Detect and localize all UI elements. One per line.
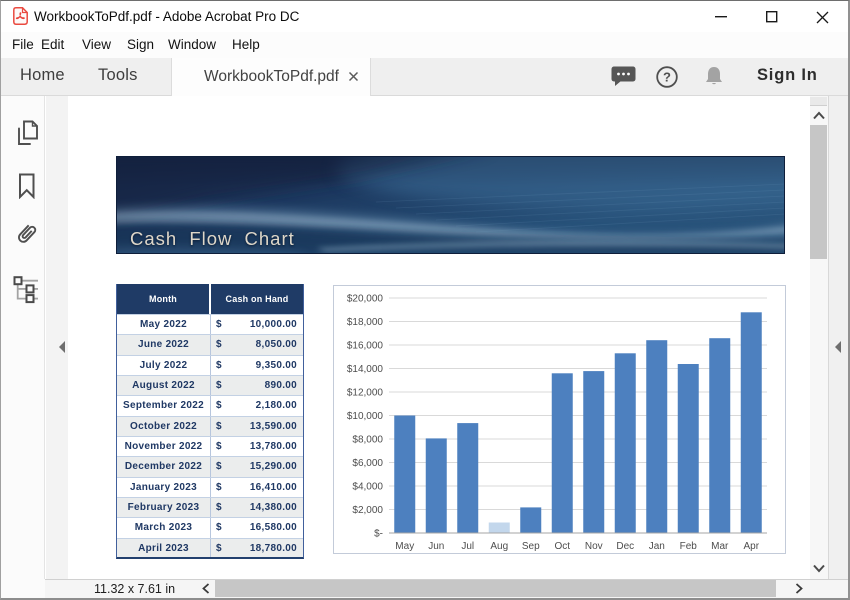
svg-text:Mar: Mar [711, 541, 729, 552]
svg-text:Nov: Nov [585, 541, 603, 552]
svg-text:$10,000: $10,000 [347, 411, 384, 422]
svg-text:$6,000: $6,000 [352, 458, 383, 469]
svg-text:$8,000: $8,000 [352, 435, 383, 446]
svg-text:Apr: Apr [743, 541, 759, 552]
svg-text:Feb: Feb [680, 541, 698, 552]
svg-text:$16,000: $16,000 [347, 341, 384, 352]
svg-text:$2,000: $2,000 [352, 505, 383, 516]
svg-text:Oct: Oct [554, 541, 570, 552]
svg-text:Jul: Jul [461, 541, 474, 552]
svg-text:$20,000: $20,000 [347, 294, 384, 305]
svg-text:$18,000: $18,000 [347, 317, 384, 328]
svg-text:Jan: Jan [649, 541, 665, 552]
svg-text:Sep: Sep [522, 541, 540, 552]
svg-text:$14,000: $14,000 [347, 364, 384, 375]
svg-text:$-: $- [374, 529, 383, 540]
svg-text:Aug: Aug [490, 541, 508, 552]
svg-text:?: ? [663, 70, 671, 85]
svg-text:$12,000: $12,000 [347, 388, 384, 399]
svg-text:Jun: Jun [428, 541, 444, 552]
svg-text:$4,000: $4,000 [352, 482, 383, 493]
svg-text:May: May [395, 541, 414, 552]
svg-text:Dec: Dec [616, 541, 634, 552]
